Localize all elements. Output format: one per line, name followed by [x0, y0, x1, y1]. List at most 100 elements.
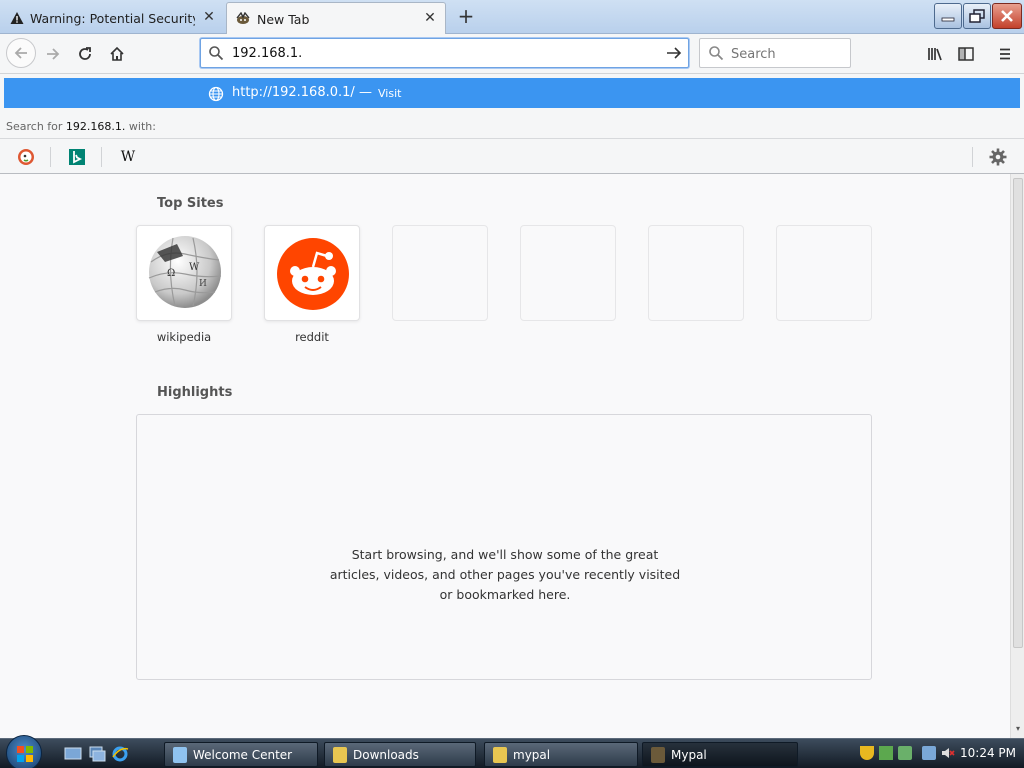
- taskbar-item-downloads[interactable]: Downloads: [324, 742, 476, 767]
- task-label: Downloads: [353, 747, 419, 762]
- restore-icon: [969, 9, 985, 23]
- warning-icon: [10, 12, 24, 24]
- library-button[interactable]: [922, 41, 948, 67]
- title-bar: Warning: Potential Security Risk Ahead ✕…: [0, 0, 1024, 35]
- highlights-empty-message: Start browsing, and we'll show some of t…: [329, 547, 681, 602]
- restore-button[interactable]: [963, 3, 991, 29]
- svg-text:Ω: Ω: [167, 268, 175, 279]
- divider: [50, 147, 51, 167]
- search-engines-bar: W: [0, 138, 1024, 174]
- mypal-logo-icon: [236, 12, 250, 24]
- top-site-tile-empty: [520, 225, 616, 321]
- system-tray: 10:24 PM: [852, 739, 1024, 768]
- volume-muted-icon[interactable]: [941, 746, 955, 760]
- welcome-center-icon: [173, 746, 187, 763]
- suggestion-separator: —: [359, 85, 372, 100]
- new-tab-page: Top Sites Ω W И wikipedia reddit Highlig…: [0, 174, 1010, 738]
- windows-logo-icon: [17, 746, 33, 762]
- url-input[interactable]: [232, 43, 652, 63]
- network-icon[interactable]: [898, 746, 912, 760]
- url-bar[interactable]: [200, 38, 689, 68]
- bing-icon: [69, 149, 85, 165]
- new-tab-button[interactable]: +: [454, 5, 478, 29]
- tab-security-warning[interactable]: Warning: Potential Security Risk Ahead ✕: [2, 2, 224, 34]
- svg-text:И: И: [199, 279, 207, 289]
- url-autocomplete-popup: http://192.168.0.1/ — Visit Search for 1…: [0, 74, 1024, 174]
- home-icon: [110, 46, 124, 61]
- start-button[interactable]: [6, 735, 42, 768]
- taskbar-item-welcome-center[interactable]: Welcome Center: [164, 742, 318, 767]
- search-icon: [709, 46, 724, 61]
- top-site-tile-empty: [776, 225, 872, 321]
- top-site-label: wikipedia: [156, 330, 212, 344]
- close-icon: [1001, 10, 1013, 22]
- sidebar-toggle-button[interactable]: [953, 41, 979, 67]
- close-tab-icon[interactable]: ✕: [423, 11, 437, 25]
- show-desktop-icon[interactable]: [64, 745, 82, 763]
- divider: [101, 147, 102, 167]
- tab-label: Warning: Potential Security Risk Ahead: [30, 10, 195, 26]
- folder-icon: [333, 746, 347, 763]
- navigation-toolbar: [0, 34, 1024, 74]
- wikipedia-globe-icon: Ω W И: [148, 236, 222, 308]
- suggestion-url: http://192.168.0.1/: [232, 85, 355, 100]
- autocomplete-suggestion[interactable]: http://192.168.0.1/ — Visit: [4, 78, 1020, 108]
- reload-icon: [79, 47, 91, 60]
- tab-new-tab[interactable]: New Tab ✕: [226, 2, 446, 35]
- home-button[interactable]: [104, 41, 130, 67]
- tab-label: New Tab: [257, 11, 310, 27]
- back-button[interactable]: [6, 38, 36, 68]
- minimize-icon: [941, 17, 955, 22]
- forward-button[interactable]: [40, 41, 66, 67]
- task-label: Welcome Center: [193, 747, 293, 762]
- clock[interactable]: 10:24 PM: [960, 746, 1016, 760]
- top-site-label: reddit: [295, 330, 329, 344]
- duckduckgo-engine-button[interactable]: [15, 147, 37, 167]
- top-site-tile-wikipedia[interactable]: Ω W И: [136, 225, 232, 321]
- reddit-icon: [277, 238, 349, 310]
- reload-button[interactable]: [72, 41, 98, 67]
- top-site-tile-reddit[interactable]: [264, 225, 360, 321]
- folder-icon: [493, 746, 507, 763]
- search-with-label: Search for 192.168.1. with:: [6, 120, 156, 133]
- sidebar-icon: [958, 47, 974, 61]
- monitor-icon[interactable]: [922, 746, 936, 760]
- duckduckgo-icon: [18, 149, 34, 165]
- menu-button[interactable]: [992, 41, 1018, 67]
- close-window-button[interactable]: [992, 3, 1022, 29]
- task-label: mypal: [513, 747, 551, 762]
- hamburger-menu-icon: [1000, 48, 1010, 60]
- bing-engine-button[interactable]: [66, 147, 88, 167]
- top-sites-heading: Top Sites: [157, 196, 224, 211]
- search-bar[interactable]: [699, 38, 851, 68]
- search-suffix: with:: [128, 120, 156, 133]
- search-settings-button[interactable]: [988, 147, 1008, 167]
- update-icon[interactable]: [879, 746, 893, 760]
- task-label: Mypal: [671, 747, 707, 762]
- taskbar-item-mypal-folder[interactable]: mypal: [484, 742, 638, 767]
- search-icon: [209, 46, 224, 61]
- forward-arrow-icon: [47, 48, 60, 60]
- top-site-tile-empty: [392, 225, 488, 321]
- vertical-scrollbar[interactable]: ▾: [1010, 174, 1024, 738]
- switch-windows-icon[interactable]: [88, 745, 106, 763]
- search-input[interactable]: [731, 45, 841, 63]
- search-term: 192.168.1.: [65, 120, 126, 133]
- search-prefix: Search for: [6, 120, 63, 133]
- minimize-button[interactable]: [934, 3, 962, 29]
- internet-explorer-icon[interactable]: [111, 745, 129, 763]
- go-arrow-icon[interactable]: [666, 45, 682, 61]
- gear-icon: [989, 148, 1007, 166]
- back-arrow-icon: [14, 47, 27, 59]
- scrollbar-thumb[interactable]: [1013, 178, 1023, 648]
- taskbar-item-mypal-browser[interactable]: Mypal: [642, 742, 798, 767]
- security-shield-icon[interactable]: [860, 746, 874, 760]
- suggestion-action: Visit: [378, 87, 402, 100]
- library-icon: [928, 48, 942, 61]
- scroll-down-arrow-icon[interactable]: ▾: [1013, 724, 1023, 734]
- close-tab-icon[interactable]: ✕: [202, 10, 216, 24]
- divider: [972, 147, 973, 167]
- svg-text:W: W: [189, 262, 200, 273]
- globe-icon: [208, 86, 224, 102]
- wikipedia-engine-button[interactable]: W: [117, 147, 139, 167]
